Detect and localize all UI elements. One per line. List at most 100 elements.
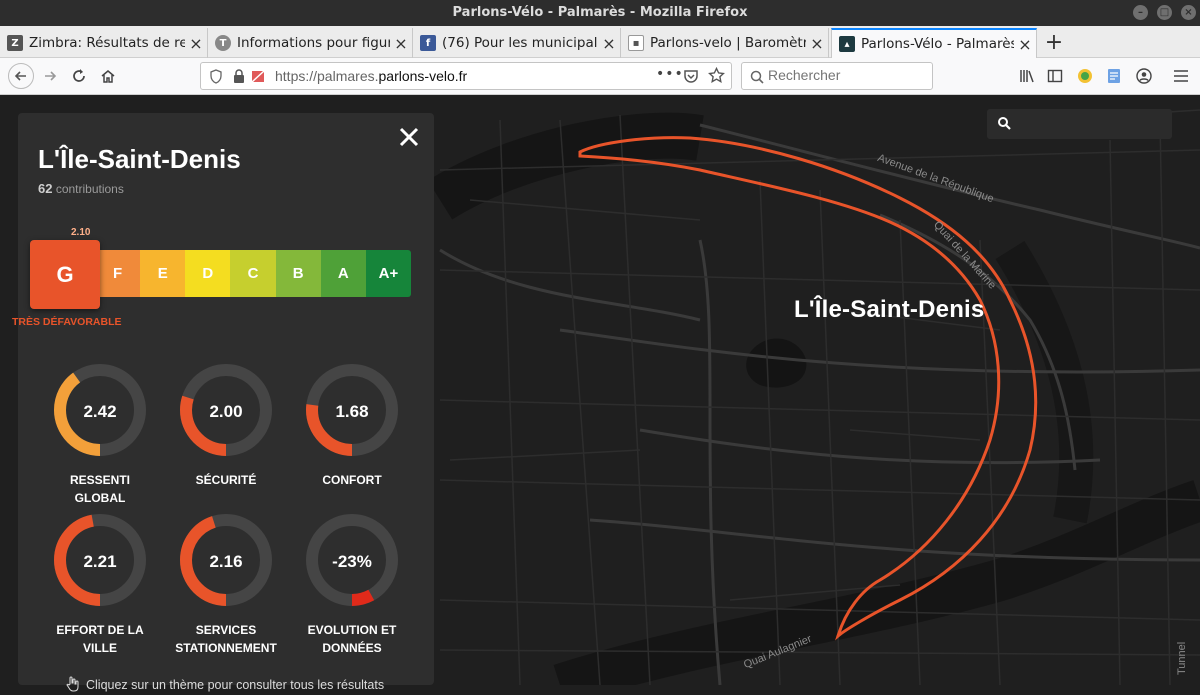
page-actions-icon[interactable]: •••	[656, 66, 684, 82]
map-search-button[interactable]	[987, 109, 1172, 139]
gauge-ring: 2.16	[180, 514, 272, 606]
search-icon	[750, 69, 764, 88]
minimize-button[interactable]: –	[1133, 5, 1148, 20]
scale-cell-e: E	[140, 250, 186, 297]
gauge-label: EFFORT DE LA VILLE	[40, 621, 160, 657]
search-input[interactable]	[768, 67, 928, 83]
gauge-label-line2: VILLE	[82, 641, 117, 655]
pocket-icon[interactable]	[683, 68, 699, 88]
tab-close-icon[interactable]: ×	[390, 34, 412, 53]
sidebar-icon[interactable]	[1044, 65, 1066, 87]
tab-close-icon[interactable]: ×	[598, 34, 620, 53]
gauge-1[interactable]: 2.42 RESSENTI GLOBAL	[40, 363, 160, 507]
close-window-button[interactable]: ×	[1181, 5, 1196, 20]
url-text[interactable]: https://palmares.parlons-velo.fr	[275, 68, 467, 84]
close-panel-icon[interactable]	[396, 124, 422, 150]
contributions-count: 62	[38, 181, 53, 196]
tab-palmares[interactable]: ▴ Parlons-Vélo - Palmarès ×	[831, 28, 1037, 58]
gauge-label-line2: GLOBAL	[74, 491, 126, 505]
grade-score: 2.10	[71, 227, 91, 238]
city-info-panel: L'Île-Saint-Denis 62 contributions FEDCB…	[12, 113, 434, 692]
library-icon[interactable]	[1016, 65, 1038, 87]
tab-label: Parlons-velo | Baromètre	[650, 35, 806, 51]
gauge-2[interactable]: 2.00 SÉCURITÉ	[166, 363, 286, 489]
extension-note-icon[interactable]	[1103, 65, 1125, 87]
gauge-label-line1: EVOLUTION ET	[307, 623, 397, 637]
tab-close-icon[interactable]: ×	[806, 34, 828, 53]
gauge-value: 2.42	[83, 402, 116, 421]
gauge-label-line1: SERVICES	[195, 623, 257, 637]
tracking-blocked-icon[interactable]	[251, 69, 266, 88]
hint-text: Cliquez sur un thème pour consulter tous…	[66, 676, 384, 695]
street-label: Tunnel	[1176, 641, 1188, 675]
gauge-label: SERVICES STATIONNEMENT	[166, 621, 286, 657]
scale-cell-aplus: A+	[365, 250, 411, 297]
tab-label: Informations pour figurer	[237, 35, 390, 51]
scale-cell-f: F	[95, 250, 141, 297]
gauge-label: CONFORT	[292, 471, 412, 489]
account-icon[interactable]	[1133, 65, 1155, 87]
zimbra-icon: Z	[7, 35, 23, 51]
tab-label: (76) Pour les municipales	[442, 35, 598, 51]
home-icon[interactable]	[97, 65, 119, 87]
tab-facebook[interactable]: f (76) Pour les municipales ×	[413, 28, 621, 58]
gauge-value: 2.16	[209, 552, 242, 571]
contributions-label: contributions	[55, 182, 124, 196]
gauge-4[interactable]: 2.21 EFFORT DE LA VILLE	[40, 513, 160, 657]
gauge-ring: 2.21	[54, 514, 146, 606]
gauge-3[interactable]: 1.68 CONFORT	[292, 363, 412, 489]
gauge-label-line1: EFFORT DE LA	[56, 623, 144, 637]
shield-icon[interactable]	[209, 69, 223, 88]
gauge-ring: 2.00	[180, 364, 272, 456]
gauge-value: 2.21	[83, 552, 116, 571]
site-icon: T	[215, 35, 231, 51]
scale-cell-b: B	[275, 250, 321, 297]
gauge-label-line1: RESSENTI	[69, 473, 130, 487]
gauge-label-line2: DONNÉES	[322, 641, 382, 655]
gauge-value: 1.68	[335, 402, 368, 421]
back-icon[interactable]	[8, 63, 34, 89]
gauge-label-line2: STATIONNEMENT	[175, 641, 277, 655]
url-bar[interactable]: https://palmares.parlons-velo.fr •••	[200, 62, 732, 90]
tab-label: Parlons-Vélo - Palmarès	[861, 36, 1014, 52]
grade-verdict: TRÈS DÉFAVORABLE	[12, 316, 122, 328]
parlons-velo-icon: ▴	[839, 36, 855, 52]
reload-icon[interactable]	[68, 65, 90, 87]
forward-icon[interactable]	[39, 65, 61, 87]
pointer-hand-icon	[66, 676, 80, 695]
tab-strip: Z Zimbra: Résultats de rech × T Informat…	[0, 26, 1200, 58]
lock-icon[interactable]	[233, 69, 245, 88]
tab-zimbra[interactable]: Z Zimbra: Résultats de rech ×	[0, 28, 208, 58]
contributions: 62 contributions	[38, 181, 124, 196]
gauge-ring: 1.68	[306, 364, 398, 456]
tab-informations[interactable]: T Informations pour figurer ×	[208, 28, 413, 58]
gauge-ring: -23%	[306, 514, 398, 606]
tab-label: Zimbra: Résultats de rech	[29, 35, 185, 51]
grade-badge: G	[30, 240, 100, 309]
grade-scale: F E D C B A A+	[95, 250, 411, 297]
menu-icon[interactable]	[1170, 65, 1192, 87]
bookmark-star-icon[interactable]	[708, 66, 725, 88]
search-bar[interactable]	[741, 62, 933, 90]
city-title: L'Île-Saint-Denis	[38, 144, 241, 174]
gauge-ring: 2.42	[54, 364, 146, 456]
url-prefix: https://palmares.	[275, 68, 379, 84]
gauge-label: EVOLUTION ET DONNÉES	[292, 621, 412, 657]
scale-cell-a: A	[320, 250, 366, 297]
scale-cell-d: D	[185, 250, 231, 297]
gauge-6[interactable]: -23% EVOLUTION ET DONNÉES	[292, 513, 412, 657]
new-tab-button[interactable]: +	[1044, 30, 1064, 55]
gauge-label: RESSENTI GLOBAL	[40, 471, 160, 507]
gauge-label-line1: CONFORT	[322, 473, 382, 487]
url-domain: parlons-velo.fr	[378, 68, 468, 84]
navigation-toolbar: https://palmares.parlons-velo.fr •••	[0, 58, 1200, 95]
gauge-label-line1: SÉCURITÉ	[195, 473, 257, 487]
tab-close-icon[interactable]: ×	[185, 34, 207, 53]
city-boundary	[578, 136, 1038, 641]
maximize-button[interactable]: □	[1157, 5, 1172, 20]
facebook-icon: f	[420, 35, 436, 51]
gauge-5[interactable]: 2.16 SERVICES STATIONNEMENT	[166, 513, 286, 657]
tab-close-icon[interactable]: ×	[1014, 35, 1036, 54]
tab-barometre[interactable]: ▪ Parlons-velo | Baromètre ×	[621, 28, 829, 58]
extension-globe-icon[interactable]	[1074, 65, 1096, 87]
